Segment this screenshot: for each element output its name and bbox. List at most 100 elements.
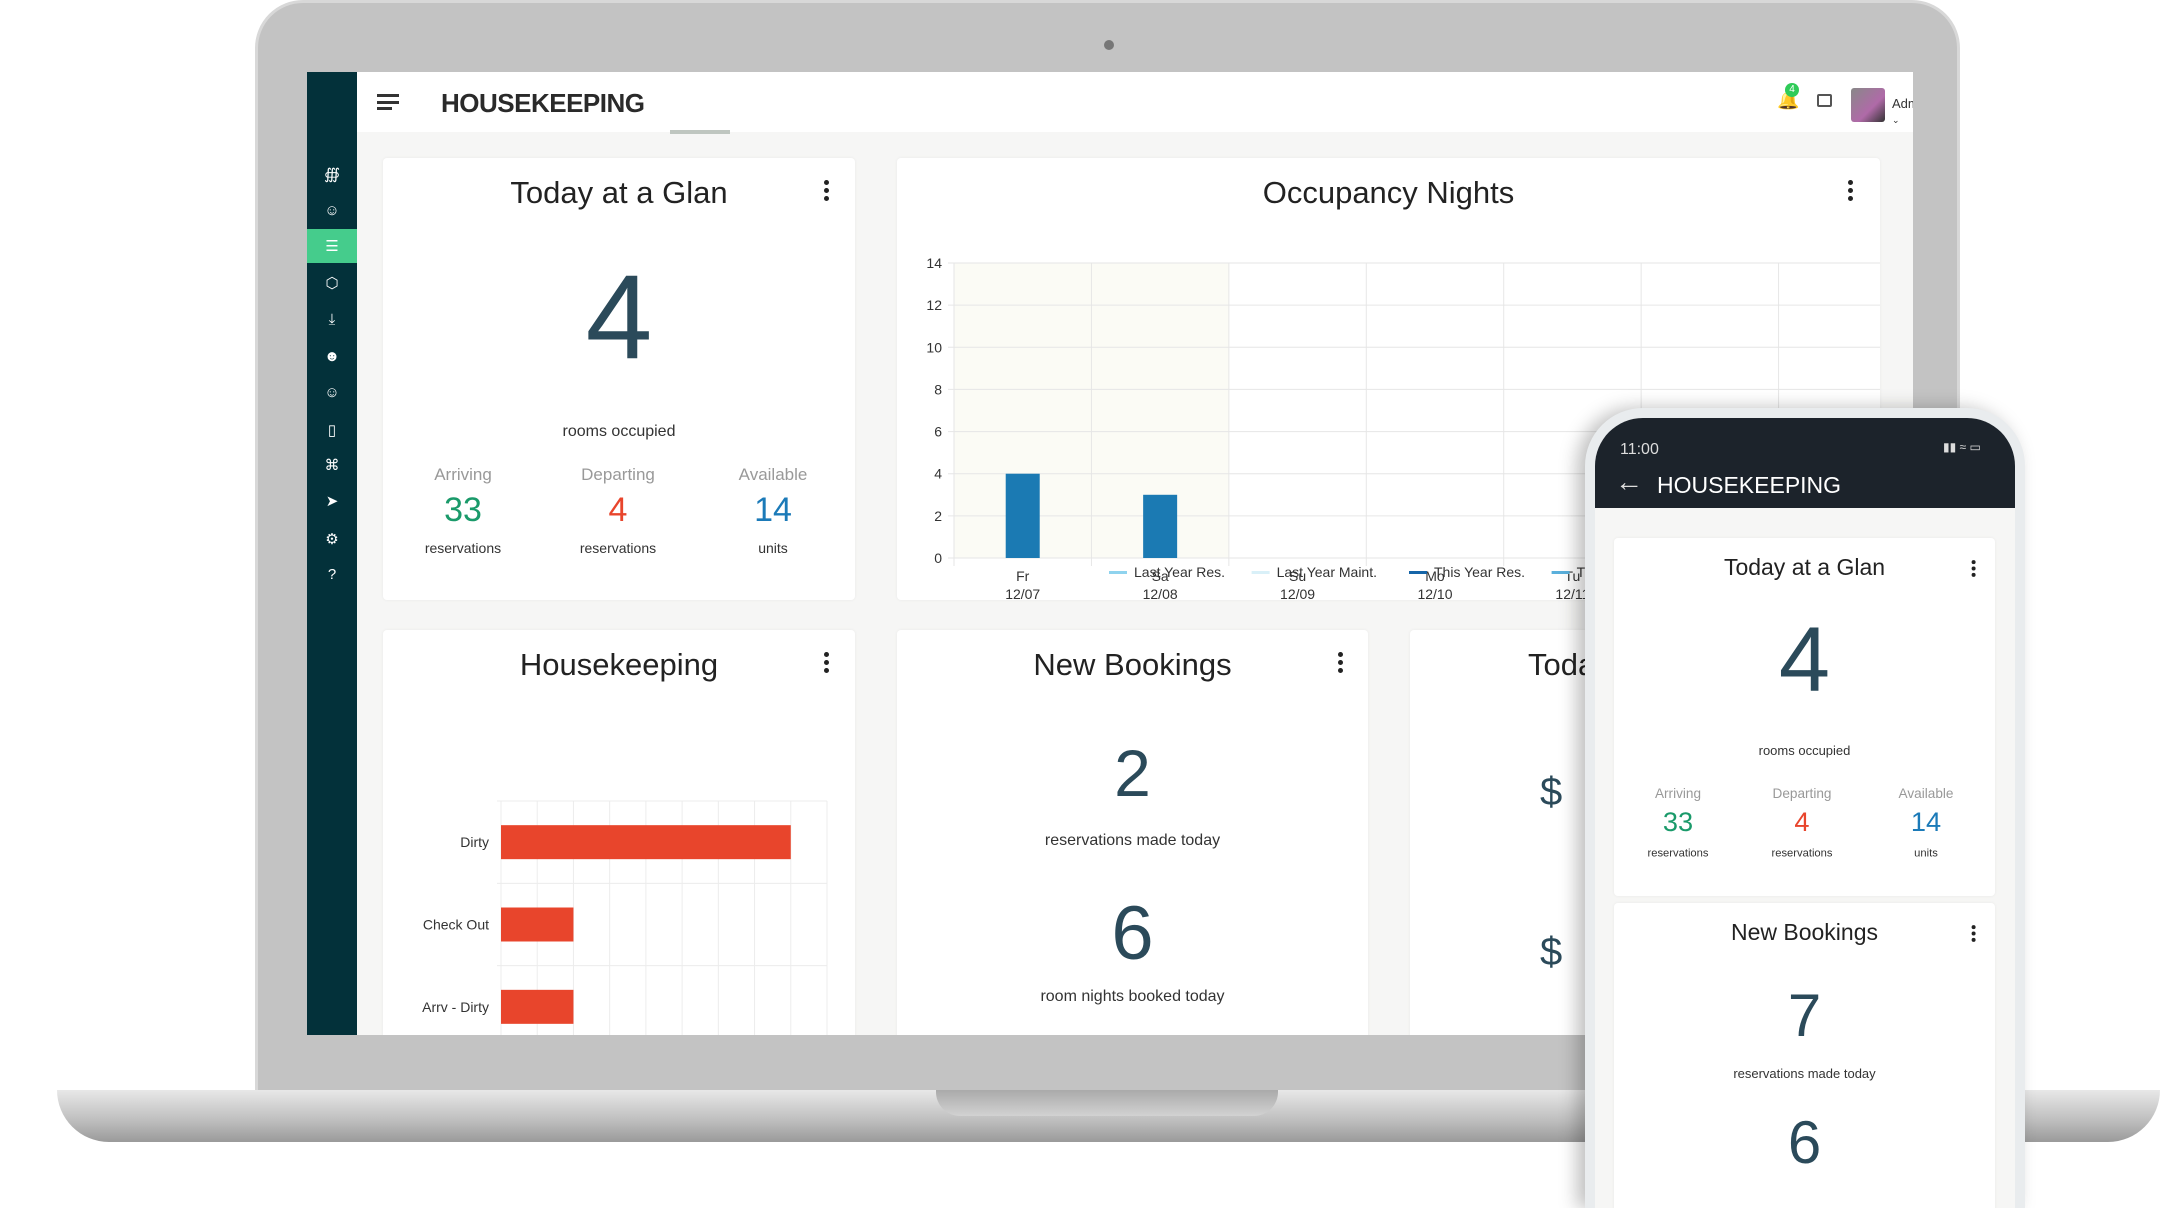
stat-value: 4	[608, 491, 628, 529]
legend-swatch	[1109, 571, 1127, 574]
stat-departing: Departing 4 reservations	[543, 465, 693, 556]
revenue-value-2: $	[1540, 930, 1563, 974]
bar	[501, 989, 574, 1024]
users-icon[interactable]: ☻	[307, 339, 357, 373]
layers-icon[interactable]: ☰	[307, 229, 357, 263]
settings-icon[interactable]: ⚙	[307, 522, 357, 556]
x-tick-label: 12/08	[1143, 586, 1178, 600]
page-title: HOUSEKEEPING	[441, 88, 645, 118]
tablet-icon[interactable]: ▯	[307, 413, 357, 447]
card-title: New Bookings	[1033, 647, 1232, 682]
stat-label: Departing	[1772, 786, 1832, 802]
phone-app-bar: 11:00 ▮▮ ≈ ▭ ← HOUSEKEEPING	[1595, 418, 2015, 508]
phone-glance-card: Today at a Glan 4 rooms occupied Arrivin…	[1614, 538, 1995, 896]
y-tick-label: 8	[934, 381, 942, 397]
phone-title: HOUSEKEEPING	[1657, 472, 1842, 498]
stat-value: 33	[444, 491, 482, 529]
bar	[501, 907, 574, 942]
stat-available: Available 14 units	[698, 465, 848, 556]
y-tick-label: 6	[934, 424, 942, 440]
sliders-icon[interactable]: ∰	[307, 157, 357, 191]
card-title: Today at a Glan	[1723, 554, 1886, 580]
command-icon[interactable]: ⌘	[307, 448, 357, 482]
back-arrow-icon[interactable]: ←	[1615, 466, 1643, 498]
y-tick-label: 14	[926, 255, 942, 271]
sidebar: ∰ ☺ ☰ ⬡ ⤓ ☻ ☺ ▯ ⌘ ➤ ⚙?	[307, 72, 357, 1035]
reservations-made-value: 2	[1114, 736, 1151, 810]
avatar[interactable]	[1851, 88, 1885, 122]
hamburger-menu-icon[interactable]	[377, 94, 399, 110]
room-nights-value: 6	[1787, 1109, 1822, 1176]
package-icon[interactable]: ⬡	[307, 266, 357, 300]
housekeeping-chart: 00.511.522.533.544.5DirtyCheck OutArrv -…	[422, 800, 828, 1035]
y-tick-label: Dirty	[460, 834, 489, 850]
stat-departing: Departing 4 reservations	[1742, 786, 1862, 859]
y-tick-label: 12	[926, 297, 942, 313]
bar	[1005, 473, 1040, 558]
x-tick-label: 12/10	[1417, 586, 1452, 600]
y-tick-label: Check Out	[423, 917, 489, 933]
user-name: Admin	[1892, 96, 1913, 111]
card-title: New Bookings	[1730, 919, 1879, 945]
rooms-occupied-value: 4	[1778, 609, 1831, 711]
phone-bookings-card: New Bookings 7 reservations made today 6	[1614, 903, 1995, 1208]
laptop-notch	[936, 1090, 1278, 1116]
new-bookings-card: New Bookings 2 reservations made today 6…	[897, 630, 1368, 1035]
housekeeping-card: Housekeeping 00.511.522.533.544.5DirtyCh…	[383, 630, 855, 1035]
kebab-menu-icon[interactable]	[1971, 925, 1977, 942]
reservations-made-caption: reservations made today	[1044, 832, 1221, 849]
stat-unit: reservations	[424, 540, 502, 556]
legend-label: Last Year Res.	[1134, 564, 1225, 580]
x-tick-label: 12/09	[1280, 586, 1315, 600]
stat-label: Arriving	[1654, 786, 1702, 802]
stat-value: 14	[1910, 806, 1942, 838]
stat-unit: reservations	[1647, 846, 1709, 859]
send-icon[interactable]: ➤	[307, 484, 357, 518]
stat-arriving: Arriving 33 reservations	[388, 465, 538, 556]
stat-label: Available	[1898, 786, 1954, 802]
notification-badge: 4	[1785, 83, 1799, 97]
reservations-made-caption: reservations made today	[1733, 1066, 1876, 1081]
y-tick-label: 0	[934, 550, 942, 566]
phone-screen: 11:00 ▮▮ ≈ ▭ ← HOUSEKEEPING Today at a G…	[1595, 418, 2015, 1208]
legend-swatch	[1551, 571, 1570, 574]
stat-value: 14	[754, 491, 792, 529]
today-glance-card: Today at a Glan 4 rooms occupied Arrivin…	[383, 158, 855, 600]
card-title: Today at a Glan	[510, 175, 728, 210]
user-icon[interactable]: ☺	[307, 193, 357, 227]
bar	[1143, 494, 1178, 558]
y-tick-label: 4	[934, 466, 942, 482]
laptop-camera	[1104, 40, 1114, 50]
kebab-menu-icon[interactable]	[824, 180, 830, 201]
kebab-menu-icon[interactable]	[1338, 652, 1344, 673]
revenue-value-1: $	[1540, 770, 1563, 814]
phone-frame: 11:00 ▮▮ ≈ ▭ ← HOUSEKEEPING Today at a G…	[1585, 408, 2025, 1208]
top-header: HOUSEKEEPING 🔔 4 Admin ⌄	[357, 72, 1913, 134]
stat-value: 33	[1662, 806, 1694, 838]
legend-swatch	[1251, 571, 1270, 574]
user-menu[interactable]: Admin ⌄	[1892, 96, 1913, 126]
stat-label: Arriving	[434, 465, 492, 484]
user-icon[interactable]: ☺	[307, 375, 357, 409]
stat-unit: units	[758, 540, 788, 556]
legend-label: Last Year Maint.	[1277, 564, 1377, 580]
status-icons: ▮▮ ≈ ▭	[1943, 440, 1981, 454]
x-tick-label: Fr	[1016, 568, 1030, 584]
phone-time: 11:00	[1620, 441, 1659, 458]
stat-available: Available 14 units	[1866, 786, 1986, 859]
kebab-menu-icon[interactable]	[1971, 560, 1977, 577]
stat-arriving: Arriving 33 reservations	[1618, 786, 1738, 859]
reservations-made-value: 7	[1787, 982, 1822, 1049]
y-tick-label: 10	[926, 339, 942, 355]
stat-label: Departing	[581, 465, 655, 484]
chat-icon[interactable]	[1817, 94, 1832, 107]
stat-unit: units	[1914, 846, 1938, 859]
y-tick-label: 2	[934, 508, 942, 524]
help-icon[interactable]: ?	[307, 557, 357, 591]
chevron-down-icon: ⌄	[1892, 115, 1900, 125]
download-icon[interactable]: ⤓	[307, 302, 357, 336]
room-nights-value: 6	[1111, 891, 1154, 976]
stat-unit: reservations	[579, 540, 657, 556]
legend-swatch	[1409, 571, 1427, 574]
rooms-occupied-value: 4	[585, 250, 653, 384]
